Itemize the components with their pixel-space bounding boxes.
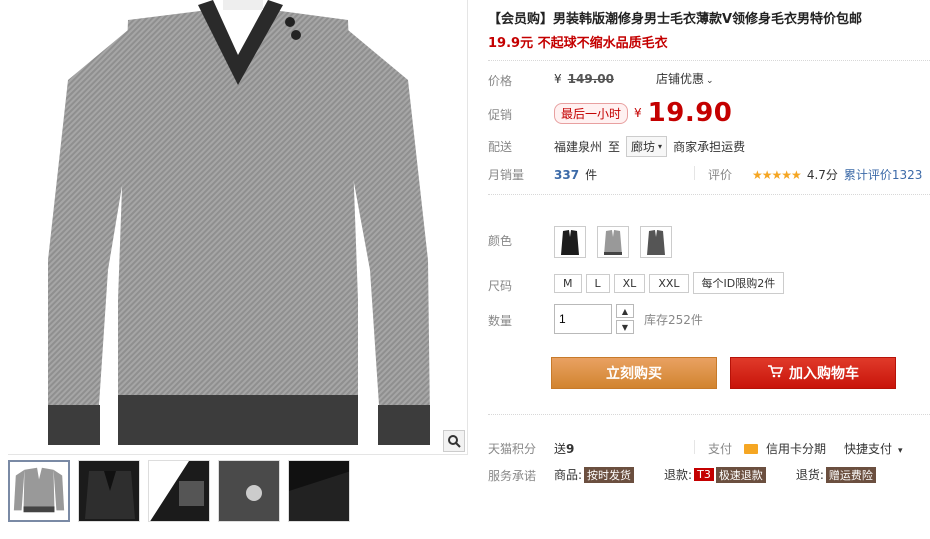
credit-card-icon xyxy=(744,443,759,454)
promo-currency: ¥ xyxy=(634,106,642,120)
shipping-label: 配送 xyxy=(488,140,513,154)
quick-pay-link[interactable]: 快捷支付 ▾ xyxy=(844,440,903,457)
service-row: 商品: 按时发货 退款: T3 极速退款 退货: 赠运费险 xyxy=(554,466,876,483)
points-row: 送 9 xyxy=(554,440,574,457)
size-options: M L XL XXL 每个ID限购2件 xyxy=(554,272,788,294)
promo-badge: 最后一小时 xyxy=(554,102,629,124)
product-info: 【会员购】男装韩版潮修身男士毛衣薄款V领修身毛衣男特价包邮 19.9元 不起球不… xyxy=(488,0,930,539)
total-reviews-link[interactable]: 累计评价1323 xyxy=(844,166,923,183)
currency-symbol: ¥ xyxy=(554,71,562,86)
stock-count: 库存252件 xyxy=(644,312,703,327)
price-row: ¥ 149.00 店铺优惠 ⌄ xyxy=(554,70,714,87)
zoom-icon[interactable] xyxy=(443,430,465,452)
chevron-down-icon: ▾ xyxy=(658,142,663,151)
promo-label: 促销 xyxy=(488,108,513,122)
credit-installment[interactable]: 信用卡分期 xyxy=(766,440,826,457)
color-option-black[interactable] xyxy=(554,226,586,258)
sales-unit: 件 xyxy=(585,168,598,182)
product-gallery xyxy=(0,0,470,539)
quantity-stepper: ▲ ▼ xyxy=(616,304,634,334)
shipping-row: 福建泉州 至 廊坊 ▾ 商家承担运费 xyxy=(554,136,745,157)
quantity-row: ▲ ▼ 库存252件 xyxy=(554,304,703,334)
product-title: 【会员购】男装韩版潮修身男士毛衣薄款V领修身毛衣男特价包邮 xyxy=(488,12,863,27)
quantity-input[interactable] xyxy=(554,304,612,334)
quantity-label: 数量 xyxy=(488,314,513,328)
price-label: 价格 xyxy=(488,74,513,88)
thumbnail-2[interactable] xyxy=(78,460,140,522)
sales-count: 337 xyxy=(554,167,580,182)
divider xyxy=(488,194,930,195)
cart-icon xyxy=(767,364,784,382)
destination-select[interactable]: 廊坊 ▾ xyxy=(626,136,668,157)
divider xyxy=(488,60,930,61)
chevron-down-icon[interactable]: ▼ xyxy=(616,320,634,334)
color-option-grey[interactable] xyxy=(597,226,629,258)
thumbnail-3[interactable] xyxy=(148,460,210,522)
quick-pay-label: 快捷支付 xyxy=(844,442,893,456)
thumbnail-4[interactable] xyxy=(218,460,280,522)
refund-label: 退款: xyxy=(664,468,693,482)
star-rating-icon: ★★★★★ xyxy=(752,167,802,182)
points-prefix: 送 xyxy=(554,442,567,456)
buy-now-label: 立刻购买 xyxy=(606,366,662,382)
goods-tag[interactable]: 按时发货 xyxy=(584,466,635,483)
size-option-xl[interactable]: XL xyxy=(613,273,646,293)
rating-score: 4.7分 xyxy=(806,168,838,182)
service-label: 服务承诺 xyxy=(488,469,537,483)
color-label: 颜色 xyxy=(488,234,513,248)
chevron-down-icon: ⌄ xyxy=(705,76,714,86)
goods-label: 商品: xyxy=(554,468,583,482)
product-subtitle: 19.9元 不起球不缩水品质毛衣 xyxy=(488,36,668,51)
sweater-illustration xyxy=(48,0,430,445)
chevron-down-icon: ▾ xyxy=(898,446,903,456)
thumbnail-strip xyxy=(8,460,468,530)
shipping-note: 商家承担运费 xyxy=(673,140,746,154)
size-option-l[interactable]: L xyxy=(585,273,610,293)
points-value: 9 xyxy=(566,441,575,456)
size-label: 尺码 xyxy=(488,279,513,293)
original-price: 149.00 xyxy=(567,71,614,86)
return-tag[interactable]: 赠运费险 xyxy=(825,466,876,483)
refund-code: T3 xyxy=(694,468,714,481)
thumbnail-5[interactable] xyxy=(288,460,350,522)
sales-label: 月销量 xyxy=(488,168,525,182)
sales-row: 337 件 xyxy=(554,166,597,183)
points-label: 天猫积分 xyxy=(488,442,537,456)
review-label: 评价 xyxy=(708,168,733,182)
size-option-xxl[interactable]: XXL xyxy=(649,273,689,293)
color-options xyxy=(554,226,677,258)
shipping-to: 至 xyxy=(608,140,621,154)
shipping-origin: 福建泉州 xyxy=(554,140,603,154)
promo-row: 最后一小时 ¥ 19.90 xyxy=(554,98,732,128)
buy-now-button[interactable]: 立刻购买 xyxy=(551,357,717,389)
payment-row: 支付 信用卡分期 快捷支付 ▾ xyxy=(708,440,903,457)
promo-price: 19.90 xyxy=(647,98,733,128)
main-product-image[interactable] xyxy=(8,0,468,455)
shop-discount-link[interactable]: 店铺优惠 ⌄ xyxy=(656,70,714,87)
thumbnail-1[interactable] xyxy=(8,460,70,522)
destination-value: 廊坊 xyxy=(631,140,656,154)
return-label: 退货: xyxy=(795,468,824,482)
pay-label: 支付 xyxy=(708,442,733,456)
divider xyxy=(694,166,695,180)
review-row: 评价 ★★★★★ 4.7分 累计评价1323 xyxy=(708,166,922,183)
divider xyxy=(488,414,930,415)
size-option-m[interactable]: M xyxy=(554,273,582,293)
divider xyxy=(694,440,695,454)
chevron-up-icon[interactable]: ▲ xyxy=(616,304,634,318)
add-to-cart-button[interactable]: 加入购物车 xyxy=(730,357,896,389)
add-to-cart-label: 加入购物车 xyxy=(789,366,859,382)
shop-discount-label: 店铺优惠 xyxy=(655,72,704,86)
purchase-limit-note: 每个ID限购2件 xyxy=(692,272,785,294)
refund-tag[interactable]: 极速退款 xyxy=(715,466,766,483)
color-option-dark-grey[interactable] xyxy=(640,226,672,258)
